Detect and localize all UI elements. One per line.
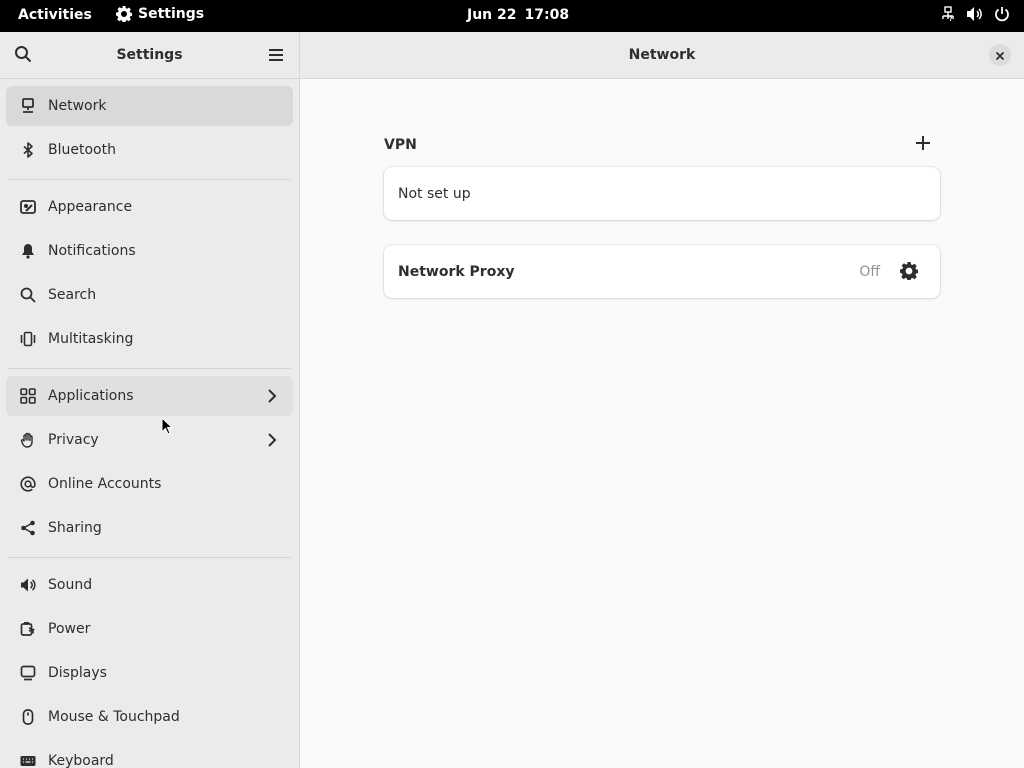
keyboard-icon (19, 752, 37, 768)
sidebar-item-mouse-touchpad[interactable]: Mouse & Touchpad (6, 697, 293, 737)
appearance-icon (19, 198, 37, 216)
display-icon (19, 664, 37, 682)
sidebar-separator (8, 368, 291, 369)
sidebar-item-label: Bluetooth (48, 142, 116, 158)
gear-icon (900, 262, 919, 284)
app-menu[interactable]: Settings (116, 6, 204, 22)
clock[interactable]: Jun 22 17:08 (467, 7, 569, 23)
network-proxy-row[interactable]: Network Proxy Off (384, 245, 940, 298)
main-panel: Network VPN Not set up Network Proxy Off (300, 32, 1024, 768)
sidebar-item-label: Keyboard (48, 753, 114, 768)
vpn-section-title: VPN (384, 137, 417, 153)
speaker-icon (19, 576, 37, 594)
sidebar-item-label: Displays (48, 665, 107, 681)
sidebar-separator (8, 557, 291, 558)
sidebar-item-label: Notifications (48, 243, 136, 259)
mouse-pointer-icon (161, 416, 174, 439)
chevron-right-icon (267, 388, 277, 408)
sidebar-item-sharing[interactable]: Sharing (6, 508, 293, 548)
sidebar-item-label: Applications (48, 388, 134, 404)
close-icon (995, 46, 1005, 65)
sidebar-item-sound[interactable]: Sound (6, 565, 293, 605)
sidebar-item-label: Sound (48, 577, 93, 593)
network-icon (19, 97, 37, 115)
time: 17:08 (524, 7, 570, 23)
sidebar-item-privacy[interactable]: Privacy (6, 420, 293, 460)
app-name: Settings (138, 6, 205, 22)
multitasking-icon (19, 330, 37, 348)
network-proxy-status: Off (859, 264, 880, 280)
sidebar-item-appearance[interactable]: Appearance (6, 187, 293, 227)
sidebar-item-bluetooth[interactable]: Bluetooth (6, 130, 293, 170)
top-bar: Activities Settings Jun 22 17:08 ? (0, 0, 1024, 32)
network-wired-icon[interactable]: ? (940, 6, 956, 22)
sidebar-item-label: Network (48, 98, 107, 114)
sidebar-item-keyboard[interactable]: Keyboard (6, 741, 293, 768)
system-tray[interactable]: ? (940, 6, 1010, 22)
hamburger-icon (268, 47, 284, 66)
sidebar-title: Settings (116, 47, 183, 63)
at-icon (19, 475, 37, 493)
plus-icon (916, 135, 930, 154)
share-icon (19, 519, 37, 537)
sidebar-item-applications[interactable]: Applications (6, 376, 293, 416)
battery-icon (19, 620, 37, 638)
svg-text:?: ? (949, 16, 953, 22)
sidebar: Settings Network Bluetooth Appearance No… (0, 32, 299, 768)
sidebar-item-label: Appearance (48, 199, 133, 215)
power-icon[interactable] (994, 6, 1010, 22)
page-title: Network (628, 47, 696, 63)
sidebar-item-online-accounts[interactable]: Online Accounts (6, 464, 293, 504)
volume-icon[interactable] (966, 6, 984, 22)
sidebar-item-label: Privacy (48, 432, 99, 448)
vpn-card: Not set up (384, 167, 940, 220)
sidebar-item-multitasking[interactable]: Multitasking (6, 319, 293, 359)
date: Jun 22 (467, 7, 517, 23)
gear-icon (116, 6, 132, 22)
add-vpn-button[interactable] (912, 133, 934, 155)
sidebar-item-label: Online Accounts (48, 476, 162, 492)
sidebar-item-search[interactable]: Search (6, 275, 293, 315)
vpn-status: Not set up (398, 186, 471, 202)
sidebar-item-network[interactable]: Network (6, 86, 293, 126)
sidebar-header: Settings (0, 32, 299, 79)
content-header: Network (300, 32, 1024, 79)
sidebar-item-displays[interactable]: Displays (6, 653, 293, 693)
sidebar-item-label: Search (48, 287, 97, 303)
search-icon (19, 286, 37, 304)
main-menu-button[interactable] (266, 46, 286, 66)
sidebar-item-label: Sharing (48, 520, 102, 536)
sidebar-separator (8, 179, 291, 180)
close-button[interactable] (989, 44, 1011, 66)
sidebar-item-label: Multitasking (48, 331, 134, 347)
sidebar-item-label: Power (48, 621, 91, 637)
proxy-settings-button[interactable] (900, 262, 919, 284)
sidebar-item-notifications[interactable]: Notifications (6, 231, 293, 271)
sidebar-item-label: Mouse & Touchpad (48, 709, 180, 725)
sidebar-item-power[interactable]: Power (6, 609, 293, 649)
grid-icon (19, 387, 37, 405)
bell-icon (19, 242, 37, 260)
hand-icon (19, 431, 37, 449)
activities-button[interactable]: Activities (18, 7, 92, 23)
mouse-icon (19, 708, 37, 726)
network-proxy-label: Network Proxy (398, 264, 515, 280)
chevron-right-icon (267, 432, 277, 452)
bluetooth-icon (19, 141, 37, 159)
